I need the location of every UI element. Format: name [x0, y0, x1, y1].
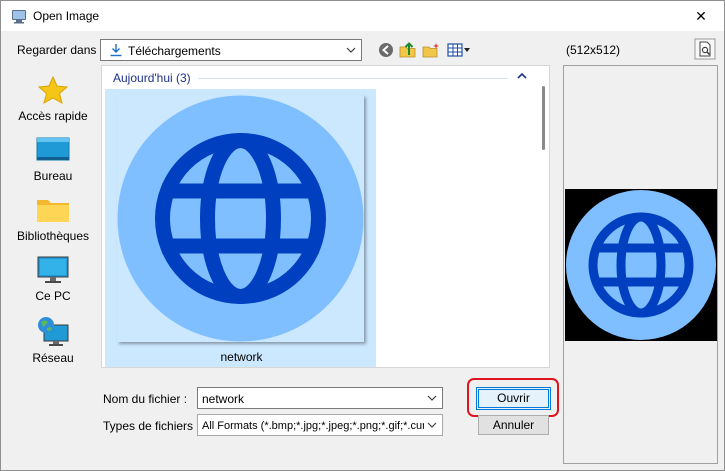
look-in-label: Regarder dans :	[17, 43, 104, 57]
chevron-down-icon[interactable]	[426, 392, 438, 404]
folder-icon	[37, 200, 69, 222]
app-icon	[12, 10, 26, 24]
group-divider	[198, 78, 508, 79]
image-preview-pane	[563, 65, 718, 464]
scrollbar-thumb[interactable]	[542, 86, 545, 150]
filename-value[interactable]: network	[202, 392, 244, 406]
filetype-dropdown[interactable]: All Formats (*.bmp;*.jpg;*.jpeg;*.png;*.…	[197, 414, 443, 436]
filename-label: Nom du fichier :	[103, 392, 188, 406]
back-icon[interactable]	[376, 41, 396, 59]
places-bar: Accès rapide Bureau Bibliothèques Ce PC …	[9, 65, 97, 365]
file-item[interactable]: network	[105, 89, 376, 367]
filetype-label: Types de fichiers :	[103, 419, 200, 433]
view-menu-icon[interactable]	[446, 41, 472, 59]
place-label: Bibliothèques	[16, 229, 90, 243]
place-label: Réseau	[32, 351, 74, 365]
filename-combobox[interactable]: network	[197, 387, 443, 409]
group-header[interactable]: Aujourd'hui (3)	[113, 71, 191, 85]
vertical-scrollbar[interactable]	[538, 84, 549, 367]
download-folder-icon	[110, 44, 122, 57]
globe-icon	[117, 95, 364, 342]
place-label: Ce PC	[35, 289, 71, 303]
look-in-dropdown[interactable]: Téléchargements	[100, 39, 362, 61]
cancel-button[interactable]: Annuler	[478, 415, 549, 435]
network-globe-icon	[38, 317, 69, 346]
up-folder-icon[interactable]	[398, 41, 418, 59]
close-button[interactable]: ✕	[678, 1, 724, 31]
star-icon	[37, 75, 69, 105]
place-this-pc[interactable]: Ce PC	[9, 255, 97, 311]
place-label: Bureau	[33, 169, 73, 183]
title-bar: Open Image ✕	[1, 1, 724, 31]
close-icon: ✕	[695, 7, 707, 24]
globe-icon	[566, 190, 716, 340]
open-button[interactable]: Ouvrir	[476, 387, 551, 410]
chevron-down-icon	[427, 422, 437, 428]
new-folder-icon[interactable]	[421, 41, 441, 59]
file-name: network	[220, 350, 263, 364]
place-libraries[interactable]: Bibliothèques	[9, 195, 97, 251]
place-network[interactable]: Réseau	[9, 315, 97, 371]
image-dimensions: (512x512)	[566, 43, 621, 57]
desktop-icon	[36, 137, 70, 161]
chevron-up-icon[interactable]	[516, 71, 528, 81]
file-list[interactable]: Aujourd'hui (3) network	[101, 65, 550, 368]
chevron-down-icon	[346, 47, 356, 53]
open-image-dialog: Open Image ✕ Regarder dans : Téléchargem…	[0, 0, 725, 471]
filetype-value: All Formats (*.bmp;*.jpg;*.jpeg;*.png;*.…	[202, 420, 424, 432]
place-label: Accès rapide	[18, 109, 88, 123]
preview-toggle-icon[interactable]	[694, 38, 716, 60]
window-title: Open Image	[33, 9, 100, 23]
monitor-icon	[37, 256, 69, 283]
image-preview	[565, 189, 717, 341]
look-in-value: Téléchargements	[128, 44, 221, 58]
file-thumbnail	[117, 95, 364, 342]
place-desktop[interactable]: Bureau	[9, 135, 97, 191]
place-quick-access[interactable]: Accès rapide	[9, 75, 97, 131]
